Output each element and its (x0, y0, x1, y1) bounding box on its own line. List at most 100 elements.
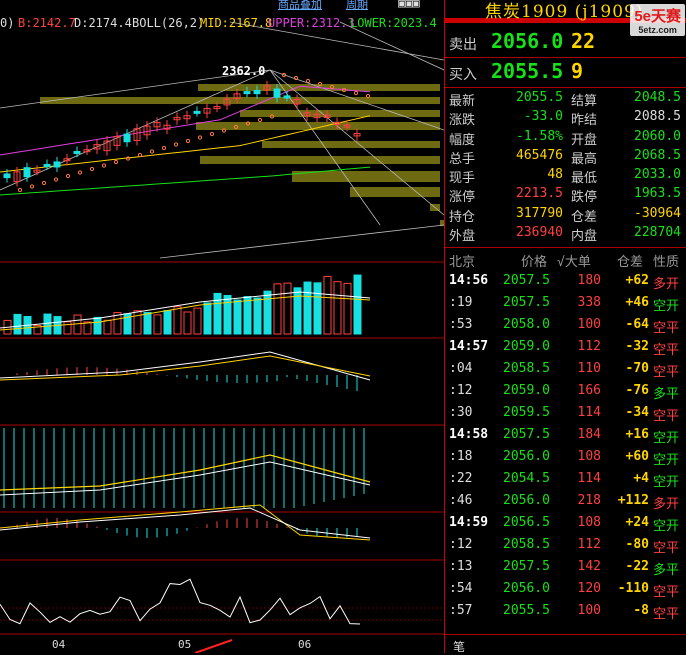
tick-time: :18 (449, 449, 473, 464)
stat-value: 1963.5 (634, 186, 681, 202)
bid-label: 买入 (449, 67, 477, 83)
tick-row[interactable]: 14:59 2056.5 108 +24 空开 (445, 512, 686, 534)
tick-nature: 空平 (653, 607, 680, 622)
tick-row[interactable]: :30 2059.5 114 -34 空平 (445, 402, 686, 424)
volume-bar (343, 282, 352, 335)
tick-row[interactable]: :57 2055.5 100 -8 空平 (445, 600, 686, 622)
date-label-06: 06 (298, 638, 312, 651)
bid-qty: 9 (571, 59, 584, 83)
tick-row[interactable]: 14:58 2057.5 184 +16 空开 (445, 424, 686, 446)
stat-label: 持仓 (449, 209, 476, 225)
contract-title[interactable]: 焦炭1909 (j1909) (485, 0, 643, 22)
tick-price: 2057.5 (503, 559, 550, 574)
bid-row[interactable]: 买入 2055.5 9 (445, 58, 686, 86)
tick-row[interactable]: :19 2057.5 338 +46 空开 (445, 292, 686, 314)
stat-value: -1.58% (516, 128, 563, 144)
tick-price: 2056.0 (503, 493, 550, 508)
volume-bar (263, 290, 272, 335)
window-buttons-icon[interactable]: ▣▣▣ (398, 0, 420, 10)
sar-dot (77, 170, 83, 175)
volume-profile-bar (262, 141, 440, 148)
boll-lower: LOWER:2023.4 (350, 16, 437, 30)
tick-position-diff: -110 (617, 581, 649, 596)
stat-value: 2068.5 (634, 147, 681, 163)
tick-nature: 空开 (653, 453, 680, 468)
sar-dot (173, 142, 179, 147)
sar-dot (185, 138, 191, 144)
volume-bar (103, 319, 112, 335)
stat-value: 236940 (516, 225, 563, 241)
volume-bar (193, 307, 202, 335)
candle-body (253, 89, 261, 95)
tick-time: 14:58 (449, 427, 489, 442)
tick-position-diff: +16 (625, 427, 649, 442)
ticks-list[interactable]: 14:56 2057.5 180 +62 多开:19 2057.5 338 +4… (445, 270, 686, 622)
tick-price: 2056.5 (503, 515, 550, 530)
tick-row[interactable]: :13 2057.5 142 -22 多平 (445, 556, 686, 578)
tick-price: 2059.0 (503, 339, 550, 354)
volume-profile-bar (200, 156, 440, 164)
boll-prefix: 0) (0, 16, 15, 30)
stats-table: 最新 2055.5 结算 2048.5 涨跌 -33.0 昨结 2088.5 幅度 … (445, 88, 686, 244)
tick-row[interactable]: :46 2056.0 218 +112 多开 (445, 490, 686, 512)
volume-profile-bar (196, 122, 440, 130)
chart-canvas[interactable] (0, 0, 444, 653)
logo-text: 5e天赛 (634, 8, 681, 25)
tick-price: 2058.0 (503, 317, 550, 332)
stat-value: 2088.5 (634, 109, 681, 125)
tick-row[interactable]: :12 2058.5 112 -80 空平 (445, 534, 686, 556)
stat-value: 2055.5 (516, 90, 563, 105)
tick-row[interactable]: 14:56 2057.5 180 +62 多开 (445, 270, 686, 292)
tick-time: 14:57 (449, 339, 489, 354)
macd-signal-line (0, 355, 371, 381)
tab-ticks[interactable]: 笔 (453, 638, 465, 655)
tick-row[interactable]: 14:57 2059.0 112 -32 空平 (445, 336, 686, 358)
title-bar: 焦炭1909 (j1909) 5e天赛 5etz.com (445, 0, 686, 36)
tick-position-diff: -22 (625, 559, 649, 574)
ask-row[interactable]: 卖出 2056.0 22 (445, 28, 686, 56)
tick-position-diff: -64 (625, 317, 649, 332)
tick-row[interactable]: :54 2056.0 120 -110 空平 (445, 578, 686, 600)
sar-dot (41, 180, 47, 186)
stats-row: 最新 2055.5 结算 2048.5 (445, 88, 686, 109)
candle-body (243, 91, 251, 95)
tick-time: :12 (449, 537, 473, 552)
volume-profile-bar (292, 171, 440, 182)
tick-row[interactable]: :04 2058.5 110 -70 空平 (445, 358, 686, 380)
tick-row[interactable]: :18 2056.0 108 +60 空开 (445, 446, 686, 468)
tick-nature: 空开 (653, 431, 680, 446)
tick-time: :53 (449, 317, 473, 332)
volume-profile-bar (230, 84, 440, 91)
tick-time: :22 (449, 471, 473, 486)
stats-row: 涨跌 -33.0 昨结 2088.5 (445, 107, 686, 129)
tick-nature: 空开 (653, 519, 680, 534)
tick-volume: 112 (577, 339, 601, 354)
kline-chart[interactable] (0, 0, 444, 653)
stat-label: 昨结 (571, 113, 598, 129)
tick-nature: 多平 (653, 563, 680, 578)
tick-time: :57 (449, 603, 473, 618)
tick-row[interactable]: :53 2058.0 100 -64 空平 (445, 314, 686, 336)
tick-row[interactable]: :22 2054.5 114 +4 空开 (445, 468, 686, 490)
tick-row[interactable]: :12 2059.0 166 -76 多平 (445, 380, 686, 402)
volume-bar (143, 312, 152, 335)
volume-bar (253, 297, 262, 335)
tick-nature: 空开 (653, 475, 680, 490)
tick-volume: 142 (577, 559, 601, 574)
candle-body (273, 88, 281, 98)
volume-bar (173, 306, 182, 335)
menu-overlay-product[interactable]: 商品叠加 (278, 0, 322, 12)
stat-label: 涨跌 (449, 113, 476, 129)
tick-volume: 114 (577, 405, 601, 420)
stat-value: 2033.0 (634, 167, 681, 183)
volume-bar (163, 310, 172, 335)
tick-position-diff: -8 (633, 603, 649, 618)
volume-bar (93, 316, 102, 335)
sar-dot (17, 187, 23, 193)
menu-period[interactable]: 周期 (346, 0, 368, 12)
tick-volume: 218 (577, 493, 601, 508)
volume-bar (293, 287, 302, 335)
sar-dot (197, 135, 203, 140)
tick-position-diff: -80 (625, 537, 649, 552)
ask-price: 2056.0 (491, 29, 564, 53)
